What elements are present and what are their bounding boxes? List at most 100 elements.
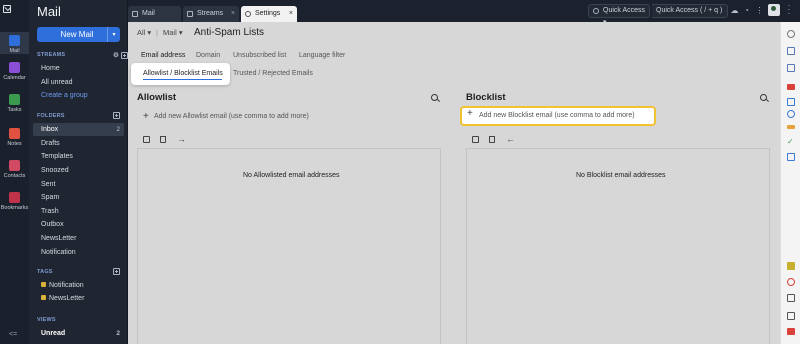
tab-unsubscribed-list[interactable]: Unsubscribed list <box>233 52 286 59</box>
streams-item-home[interactable]: Home <box>33 62 124 75</box>
breadcrumb-all[interactable]: All ▾ <box>137 28 151 37</box>
rail-item-contacts[interactable]: Contacts <box>0 160 29 179</box>
folder-trash[interactable]: Trash <box>33 205 124 218</box>
views-heading: VIEWS <box>37 317 56 323</box>
folders-heading: FOLDERS <box>37 112 120 119</box>
folder-drafts[interactable]: Drafts <box>33 137 124 150</box>
create-group-link[interactable]: Create a group <box>33 89 124 102</box>
folder-inbox[interactable]: Inbox 2 <box>33 123 124 136</box>
rail-item-calendar[interactable]: Calendar <box>0 62 29 81</box>
cloud-icon[interactable]: ☁ <box>730 6 739 15</box>
mail-tab-icon <box>132 11 138 17</box>
folder-sent[interactable]: Sent <box>33 178 124 191</box>
tasks-widget-icon[interactable] <box>787 125 795 129</box>
settings-main-panel: All ▾ | Mail ▾ Anti-Spam Lists Email add… <box>128 22 780 344</box>
tag-color-icon <box>41 281 46 287</box>
more-options-icon[interactable]: · · · <box>787 2 791 18</box>
gift-icon[interactable] <box>787 294 795 302</box>
tab-mail[interactable]: Mail <box>128 6 181 22</box>
blocklist-delete-icon[interactable] <box>489 136 495 143</box>
tag-color-icon <box>41 294 46 300</box>
check-icon[interactable]: ✓ <box>787 138 795 146</box>
move-to-blocklist-arrow-icon[interactable]: → <box>177 135 186 144</box>
new-mail-dropdown-icon[interactable]: ▾ <box>107 27 120 42</box>
avatar[interactable] <box>768 4 780 16</box>
allowlist-add-input[interactable]: + Add new Allowlist email (use comma to … <box>137 108 437 125</box>
allowlist-select-all-checkbox[interactable] <box>143 136 150 143</box>
streams-heading: STREAMS ⚙ <box>37 51 129 59</box>
plus-icon: + <box>143 111 149 122</box>
chat-widget-icon[interactable] <box>787 110 795 118</box>
streams-item-all-unread[interactable]: All unread <box>33 76 124 89</box>
app-rail: Mail Calendar Tasks Notes Contacts Bookm… <box>0 0 29 344</box>
search-icon <box>593 8 599 14</box>
close-tab-icon[interactable]: × <box>289 6 293 22</box>
folder-newsletter[interactable]: NewsLetter <box>33 232 124 245</box>
top-bar: Mail Streams × Settings × Quick Access ▾… <box>128 0 800 26</box>
support-chat-icon[interactable] <box>787 328 795 335</box>
tag-newsletter[interactable]: NewsLetter <box>33 292 124 305</box>
allowlist-delete-icon[interactable] <box>160 136 166 143</box>
blocklist-add-input[interactable]: + Add new Blocklist email (use comma to … <box>460 106 656 126</box>
subtab-trusted-rejected[interactable]: Trusted / Rejected Emails <box>233 70 313 77</box>
view-unread[interactable]: Unread 2 <box>33 327 124 340</box>
quick-access-dropdown[interactable]: Quick Access ▾ <box>588 4 650 26</box>
calendar-icon <box>9 62 20 73</box>
allowlist-search-icon[interactable] <box>431 94 438 101</box>
settings-gear-icon[interactable] <box>787 30 795 38</box>
tab-domain[interactable]: Domain <box>196 52 220 59</box>
notification-dot-icon[interactable] <box>787 278 795 286</box>
folder-templates[interactable]: Templates <box>33 150 124 163</box>
allowlist-title: Allowlist <box>137 92 177 103</box>
folder-outbox[interactable]: Outbox <box>33 218 124 231</box>
move-to-allowlist-arrow-icon[interactable]: ← <box>506 135 515 144</box>
rail-item-bookmarks[interactable]: Bookmarks <box>0 192 29 211</box>
apps-grid-icon[interactable]: ⋮ <box>755 6 764 15</box>
tags-heading: TAGS <box>37 268 120 275</box>
contacts-widget-icon[interactable] <box>787 98 795 106</box>
new-mail-button[interactable]: New Mail ▾ <box>37 27 120 42</box>
streams-settings-icon[interactable]: ⚙ <box>113 51 129 59</box>
tab-language-filter[interactable]: Language filter <box>299 52 345 59</box>
mail-icon <box>9 35 20 46</box>
tag-notification[interactable]: Notification <box>33 279 124 292</box>
blocklist-title: Blocklist <box>466 92 506 103</box>
folder-sidebar: Mail New Mail ▾ STREAMS ⚙ Home All unrea… <box>29 0 129 344</box>
inbox-count: 2 <box>116 126 120 133</box>
blocklist-select-all-checkbox[interactable] <box>472 136 479 143</box>
bell-icon[interactable]: ◔ <box>742 6 751 15</box>
quick-access-search[interactable]: Quick Access ( / + q ) <box>652 4 728 18</box>
breadcrumb-separator: | <box>156 28 158 37</box>
add-stream-icon[interactable] <box>121 51 129 59</box>
settings-tab-icon <box>245 11 251 17</box>
tab-settings[interactable]: Settings × <box>241 6 297 22</box>
folder-snoozed[interactable]: Snoozed <box>33 164 124 177</box>
feedback-icon[interactable] <box>787 312 795 320</box>
new-feature-badge-icon[interactable] <box>787 84 795 90</box>
streams-tab-icon <box>187 11 193 17</box>
subtab-allowlist-blocklist[interactable]: Allowlist / Blocklist Emails <box>131 63 230 85</box>
app-title: Mail <box>37 4 61 19</box>
collapse-rail-icon[interactable]: <= <box>9 331 17 338</box>
allowlist-empty-message: No Allowlisted email addresses <box>243 172 340 179</box>
blocklist-search-icon[interactable] <box>760 94 767 101</box>
rail-item-mail[interactable]: Mail <box>0 32 29 54</box>
unread-count: 2 <box>116 330 120 337</box>
breadcrumb-mail[interactable]: Mail ▾ <box>163 28 183 37</box>
folder-spam[interactable]: Spam <box>33 191 124 204</box>
plus-icon: + <box>467 108 473 119</box>
page-title: Anti-Spam Lists <box>194 27 265 38</box>
tab-email-address[interactable]: Email address <box>141 52 185 59</box>
tab-streams[interactable]: Streams × <box>183 6 239 22</box>
folder-notification[interactable]: Notification <box>33 246 124 259</box>
rail-item-notes[interactable]: Notes <box>0 128 29 147</box>
right-integrations-strip: ✓ <box>780 22 800 344</box>
add-folder-icon[interactable] <box>113 112 120 119</box>
integration-icon[interactable] <box>787 47 795 55</box>
close-tab-icon[interactable]: × <box>231 6 235 22</box>
reports-icon[interactable] <box>787 153 795 161</box>
calendar-widget-icon[interactable] <box>787 64 795 72</box>
add-tag-icon[interactable] <box>113 268 120 275</box>
rail-item-tasks[interactable]: Tasks <box>0 94 29 113</box>
add-widget-icon[interactable] <box>787 262 795 270</box>
